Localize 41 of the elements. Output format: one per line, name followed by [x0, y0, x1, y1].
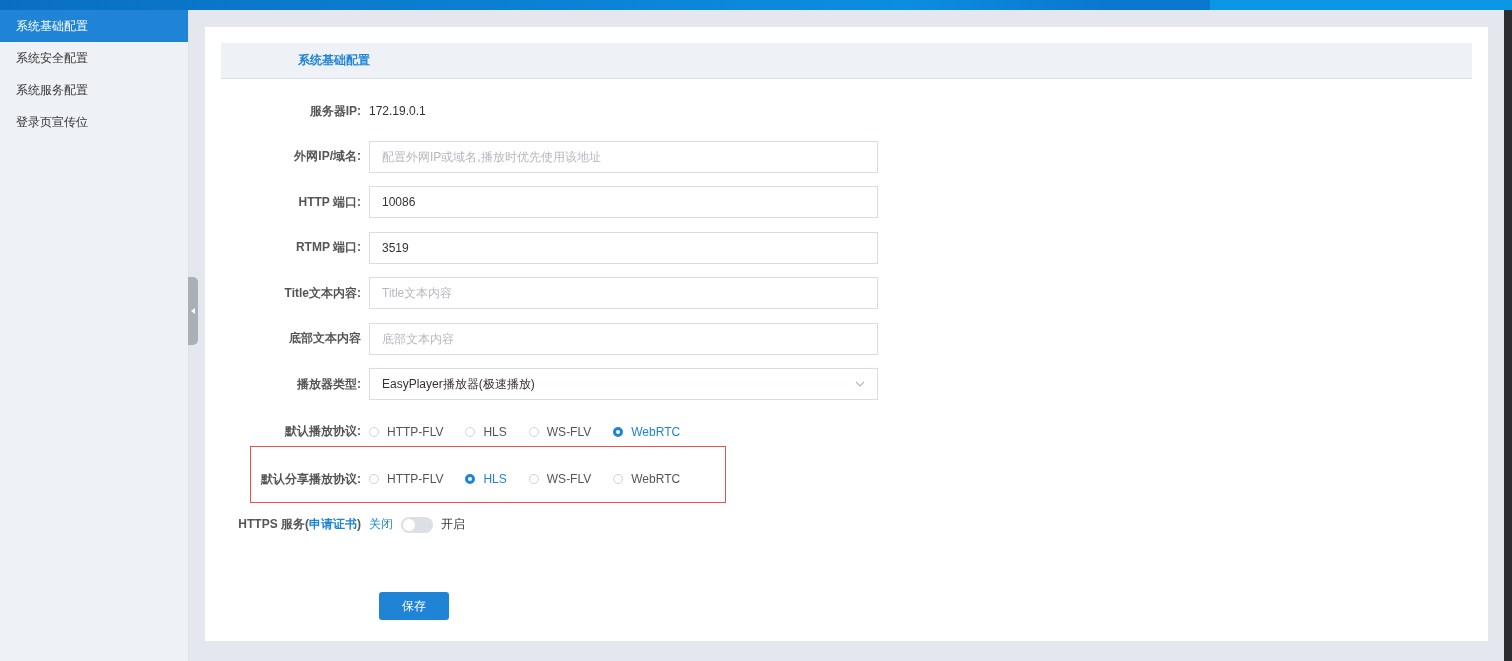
radio-label[interactable]: HTTP-FLV [387, 472, 444, 486]
radio-label[interactable]: HLS [483, 472, 507, 486]
sidebar-item[interactable]: 系统安全配置 [0, 42, 188, 74]
field-label: ) [357, 517, 361, 531]
field-label: 默认分享播放协议: [260, 470, 362, 488]
switch-off-label: 关闭 [369, 516, 393, 533]
radio-label[interactable]: WebRTC [631, 472, 681, 486]
radio-label[interactable]: WebRTC [631, 424, 681, 439]
radio-button[interactable] [613, 426, 624, 437]
radio-label[interactable]: WS-FLV [546, 424, 592, 439]
text-input[interactable]: 10086 [369, 186, 878, 218]
text-input[interactable]: 底部文本内容 [369, 322, 878, 355]
field-label: HTTPS 服务( [238, 517, 309, 531]
field-label: 默认播放协议: [284, 423, 362, 440]
field-value: 172.19.0.1 [369, 104, 426, 118]
text-input[interactable]: Title文本内容 [369, 277, 878, 309]
apply-certificate-link[interactable]: 申请证书 [309, 517, 357, 531]
field-label: RTMP 端口: [294, 239, 362, 256]
sidebar-item[interactable]: 登录页宣传位 [0, 106, 188, 138]
field-label: 播放器类型: [296, 375, 362, 393]
radio-label[interactable]: HTTP-FLV [387, 424, 444, 439]
chevron-down-icon [855, 381, 865, 387]
radio-label[interactable]: WS-FLV [546, 472, 592, 486]
radio-label[interactable]: HLS [483, 424, 507, 439]
field-label: Title文本内容: [283, 284, 362, 302]
sidebar-item[interactable]: 系统服务配置 [0, 74, 188, 106]
save-button[interactable]: 保存 [379, 592, 449, 620]
collapse-arrow-icon [191, 308, 195, 314]
text-input[interactable]: 配置外网IP或域名,播放时优先使用该地址 [369, 140, 878, 173]
card-title: 系统基础配置 [298, 52, 370, 69]
collapse-handle[interactable] [188, 277, 198, 345]
player-type-select[interactable]: EasyPlayer播放器(极速播放) [369, 368, 878, 400]
field-label: 底部文本内容 [288, 330, 362, 347]
field-label: HTTP 端口: [297, 193, 362, 211]
radio-button[interactable] [465, 474, 476, 484]
switch-on-label: 开启 [441, 516, 465, 533]
sidebar-item[interactable]: 系统基础配置 [0, 10, 188, 42]
toggle-switch[interactable] [401, 516, 433, 533]
field-label: 外网IP/域名: [293, 148, 362, 165]
text-input[interactable]: 3519 [369, 231, 878, 264]
field-label: 服务器IP: [308, 102, 362, 120]
